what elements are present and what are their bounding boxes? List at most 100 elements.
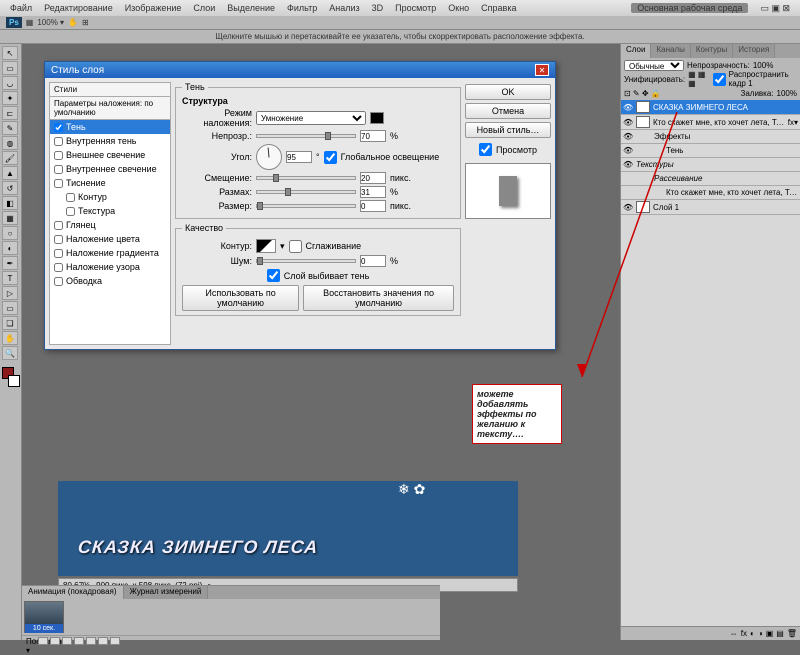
style-item-Наложение цвета[interactable]: Наложение цвета	[50, 232, 170, 246]
layer-row[interactable]: 👁Текстуры	[621, 158, 800, 172]
style-check[interactable]	[54, 221, 63, 230]
style-item-Тиснение[interactable]: Тиснение	[50, 176, 170, 190]
eyedrop-tool[interactable]: ✎	[2, 121, 18, 135]
menu-file[interactable]: Файл	[4, 3, 38, 13]
tab-paths[interactable]: Контуры	[691, 44, 733, 58]
ok-button[interactable]: OK	[465, 84, 551, 100]
style-item-Глянец[interactable]: Глянец	[50, 218, 170, 232]
style-item-Внутренняя тень[interactable]: Внутренняя тень	[50, 134, 170, 148]
antialias-check[interactable]	[289, 240, 302, 253]
link-icon[interactable]: ⇔	[730, 629, 738, 638]
menu-help[interactable]: Справка	[475, 3, 522, 13]
style-check[interactable]	[54, 277, 63, 286]
workspace-selector[interactable]: Основная рабочая среда	[631, 3, 748, 13]
adj-icon[interactable]: ◑	[758, 629, 763, 638]
propagate-check[interactable]	[713, 73, 726, 86]
shadow-color[interactable]	[370, 112, 384, 124]
menu-select[interactable]: Выделение	[221, 3, 281, 13]
path-tool[interactable]: ▷	[2, 286, 18, 300]
hand-tool[interactable]: ✋	[2, 331, 18, 345]
tab-measure-log[interactable]: Журнал измерений	[124, 586, 209, 599]
menu-window[interactable]: Окно	[442, 3, 475, 13]
folder-icon[interactable]: ▣	[766, 629, 774, 638]
dialog-titlebar[interactable]: Стиль слоя ✕	[45, 62, 555, 78]
style-item-Внешнее свечение[interactable]: Внешнее свечение	[50, 148, 170, 162]
view-icon[interactable]: ⊞	[82, 18, 89, 27]
shape-tool[interactable]: ▭	[2, 301, 18, 315]
blur-tool[interactable]: ○	[2, 226, 18, 240]
eraser-tool[interactable]: ◧	[2, 196, 18, 210]
layer-opacity[interactable]: 100%	[753, 61, 773, 70]
layer-row[interactable]: 👁Кто скажет мне, кто хочет лета, Тот ник…	[621, 115, 800, 130]
style-check[interactable]	[54, 235, 63, 244]
contour-dropdown[interactable]: ▾	[280, 241, 285, 252]
visibility-icon[interactable]: 👁	[623, 132, 633, 141]
brush-tool[interactable]: 🖌	[2, 151, 18, 165]
tab-history[interactable]: История	[733, 44, 775, 58]
layer-row[interactable]: 👁Тень	[621, 144, 800, 158]
angle-wheel[interactable]	[256, 144, 282, 170]
fx-icon[interactable]: fx	[741, 629, 747, 638]
noise-input[interactable]	[360, 255, 386, 267]
crop-tool[interactable]: ⊏	[2, 106, 18, 120]
blend-mode-select[interactable]: Умножение	[256, 111, 366, 125]
size-slider[interactable]	[256, 204, 356, 208]
style-check[interactable]	[54, 123, 63, 132]
menu-3d[interactable]: 3D	[366, 3, 390, 13]
move-tool[interactable]: ↖	[2, 46, 18, 60]
preview-check[interactable]	[479, 143, 492, 156]
zoom-select[interactable]: 100% ▾	[37, 18, 64, 27]
del-frame-icon[interactable]	[110, 637, 120, 645]
type-tool[interactable]: T	[2, 271, 18, 285]
mask-icon[interactable]: ◐	[750, 629, 755, 638]
global-light-check[interactable]	[324, 151, 337, 164]
style-check[interactable]	[54, 137, 63, 146]
play-icon[interactable]	[62, 637, 72, 645]
lasso-tool[interactable]: ◡	[2, 76, 18, 90]
close-icon[interactable]: ✕	[535, 64, 549, 76]
size-input[interactable]	[360, 200, 386, 212]
visibility-icon[interactable]: 👁	[623, 146, 633, 155]
color-swatch[interactable]	[2, 367, 20, 387]
tab-channels[interactable]: Каналы	[651, 44, 690, 58]
style-check[interactable]	[54, 179, 63, 188]
menu-analysis[interactable]: Анализ	[323, 3, 365, 13]
new-style-button[interactable]: Новый стиль…	[465, 122, 551, 138]
dup-frame-icon[interactable]	[98, 637, 108, 645]
styles-header[interactable]: Стили	[49, 82, 171, 97]
dodge-tool[interactable]: ◐	[2, 241, 18, 255]
zoom-tool[interactable]: 🔍	[2, 346, 18, 360]
distance-slider[interactable]	[256, 176, 356, 180]
layer-row[interactable]: 👁Эффекты	[621, 130, 800, 144]
menu-filter[interactable]: Фильтр	[281, 3, 323, 13]
style-check[interactable]	[66, 193, 75, 202]
loop-select[interactable]: Постоянно ▾	[26, 637, 36, 645]
visibility-icon[interactable]: 👁	[623, 203, 633, 212]
marquee-tool[interactable]: ▭	[2, 61, 18, 75]
angle-input[interactable]	[286, 151, 312, 163]
next-frame-icon[interactable]	[74, 637, 84, 645]
distance-input[interactable]	[360, 172, 386, 184]
first-frame-icon[interactable]	[38, 637, 48, 645]
visibility-icon[interactable]: 👁	[623, 103, 633, 112]
fx-badge[interactable]: fx▾	[788, 118, 798, 127]
gradient-tool[interactable]: ▦	[2, 211, 18, 225]
tab-layers[interactable]: Слои	[621, 44, 651, 58]
spread-input[interactable]	[360, 186, 386, 198]
cancel-button[interactable]: Отмена	[465, 103, 551, 119]
tab-animation[interactable]: Анимация (покадровая)	[22, 586, 124, 599]
style-check[interactable]	[54, 151, 63, 160]
reset-default-button[interactable]: Восстановить значения по умолчанию	[303, 285, 454, 311]
contour-picker[interactable]	[256, 239, 276, 253]
style-item-Контур[interactable]: Контур	[50, 190, 170, 204]
lock-icons[interactable]: ⊡ ✎ ✥ 🔒	[624, 89, 661, 98]
bridge-icon[interactable]: ▦	[26, 18, 34, 27]
style-item-Внутреннее свечение[interactable]: Внутреннее свечение	[50, 162, 170, 176]
new-layer-icon[interactable]: ▤	[776, 629, 784, 638]
knockout-check[interactable]	[267, 269, 280, 282]
prev-frame-icon[interactable]	[50, 637, 60, 645]
blend-select[interactable]: Обычные	[624, 60, 684, 71]
heal-tool[interactable]: ◍	[2, 136, 18, 150]
style-check[interactable]	[54, 165, 63, 174]
menu-layers[interactable]: Слои	[187, 3, 221, 13]
